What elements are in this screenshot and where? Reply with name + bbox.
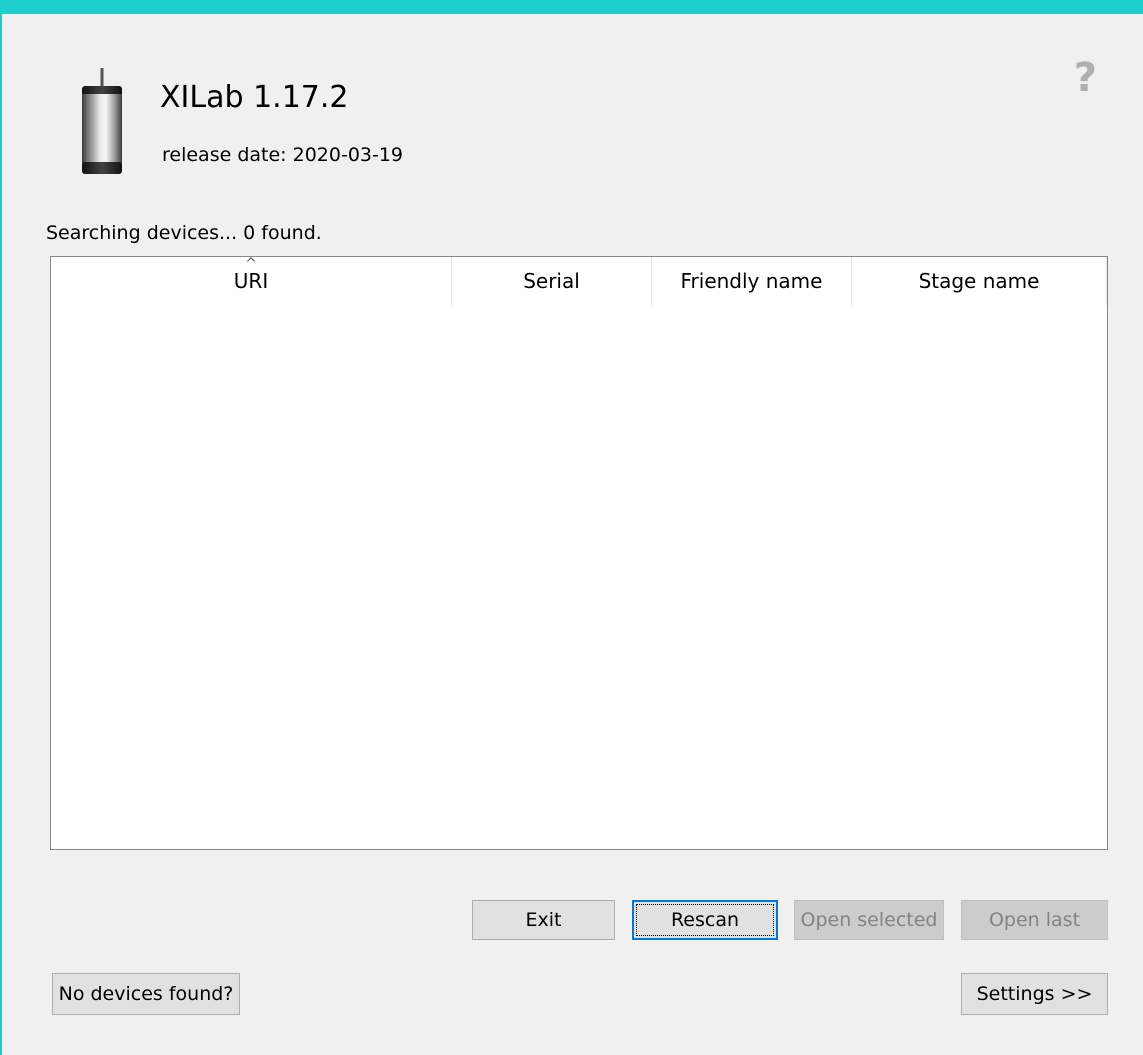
device-selection-window: ? XILab 1.17.2 release date: 2020-03-19 … <box>0 0 1143 1055</box>
window-accent-bar <box>0 0 1143 14</box>
open-last-button[interactable]: Open last <box>961 900 1108 940</box>
table-header: ^ URI Serial Friendly name Stage name <box>51 257 1107 305</box>
column-header-label: Friendly name <box>680 269 823 293</box>
no-devices-found-button[interactable]: No devices found? <box>52 973 240 1015</box>
release-date: release date: 2020-03-19 <box>162 144 404 166</box>
column-header-stage-name[interactable]: Stage name <box>851 257 1107 305</box>
column-header-serial[interactable]: Serial <box>451 257 651 305</box>
sort-ascending-icon: ^ <box>245 256 257 272</box>
settings-button[interactable]: Settings >> <box>961 973 1108 1015</box>
app-title: XILab 1.17.2 <box>160 80 349 115</box>
column-header-label: Stage name <box>918 269 1040 293</box>
column-header-uri[interactable]: ^ URI <box>51 257 451 305</box>
rescan-button[interactable]: Rescan <box>632 900 778 940</box>
window-left-border <box>0 0 2 1055</box>
help-question-icon[interactable]: ? <box>1074 58 1097 98</box>
column-header-label: Serial <box>523 269 580 293</box>
search-status: Searching devices... 0 found. <box>46 222 322 244</box>
exit-button[interactable]: Exit <box>472 900 615 940</box>
motor-cylinder-icon <box>82 68 122 174</box>
open-selected-button[interactable]: Open selected <box>794 900 944 940</box>
device-list-table[interactable]: ^ URI Serial Friendly name Stage name <box>50 256 1108 850</box>
rescan-button-label: Rescan <box>670 909 740 931</box>
column-header-friendly-name[interactable]: Friendly name <box>651 257 851 305</box>
column-header-label: URI <box>233 269 269 293</box>
